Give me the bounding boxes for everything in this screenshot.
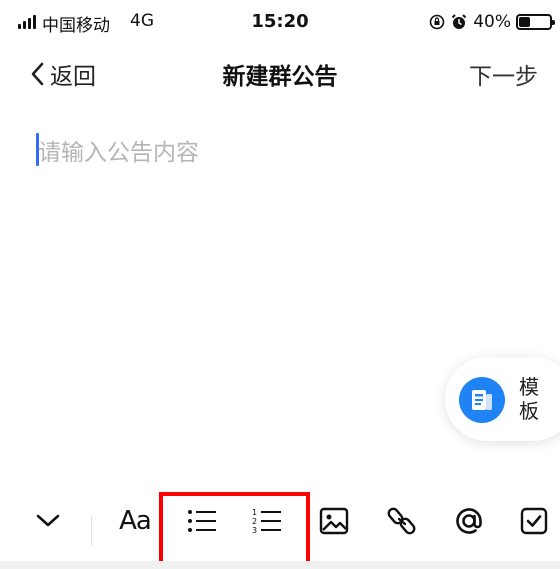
list-tools-highlight [159,492,310,566]
status-right: 40% [429,11,555,33]
link-icon [387,507,416,535]
template-label: 模板 [519,375,539,423]
announcement-content-input[interactable]: 请输入公告内容 [28,128,528,168]
insert-link-button[interactable] [381,500,423,542]
nav-bar: 返回 新建群公告 下一步 [0,48,560,96]
template-icon [459,377,505,423]
content-placeholder: 请输入公告内容 [38,140,199,166]
mention-button[interactable] [448,500,490,542]
checkbox-icon [520,507,548,535]
insert-image-button[interactable] [313,500,355,542]
template-button[interactable]: 模板 [445,357,560,441]
text-format-icon: Aa [119,506,152,536]
at-sign-icon [456,508,482,534]
status-bar: 中国移动 4G 15:20 40% [0,0,560,44]
bottom-bar [0,561,560,569]
alarm-icon [451,14,467,29]
battery-percent: 40% [473,12,511,32]
next-step-button[interactable]: 下一步 [469,57,538,91]
checkbox-button[interactable] [513,500,555,542]
text-format-button[interactable]: Aa [114,500,156,542]
chevron-down-icon [36,514,60,527]
image-icon [319,507,349,535]
lock-rotation-icon [429,14,445,30]
toolbar-divider [91,516,92,546]
collapse-keyboard-button[interactable] [27,500,69,542]
battery-icon [516,14,555,30]
